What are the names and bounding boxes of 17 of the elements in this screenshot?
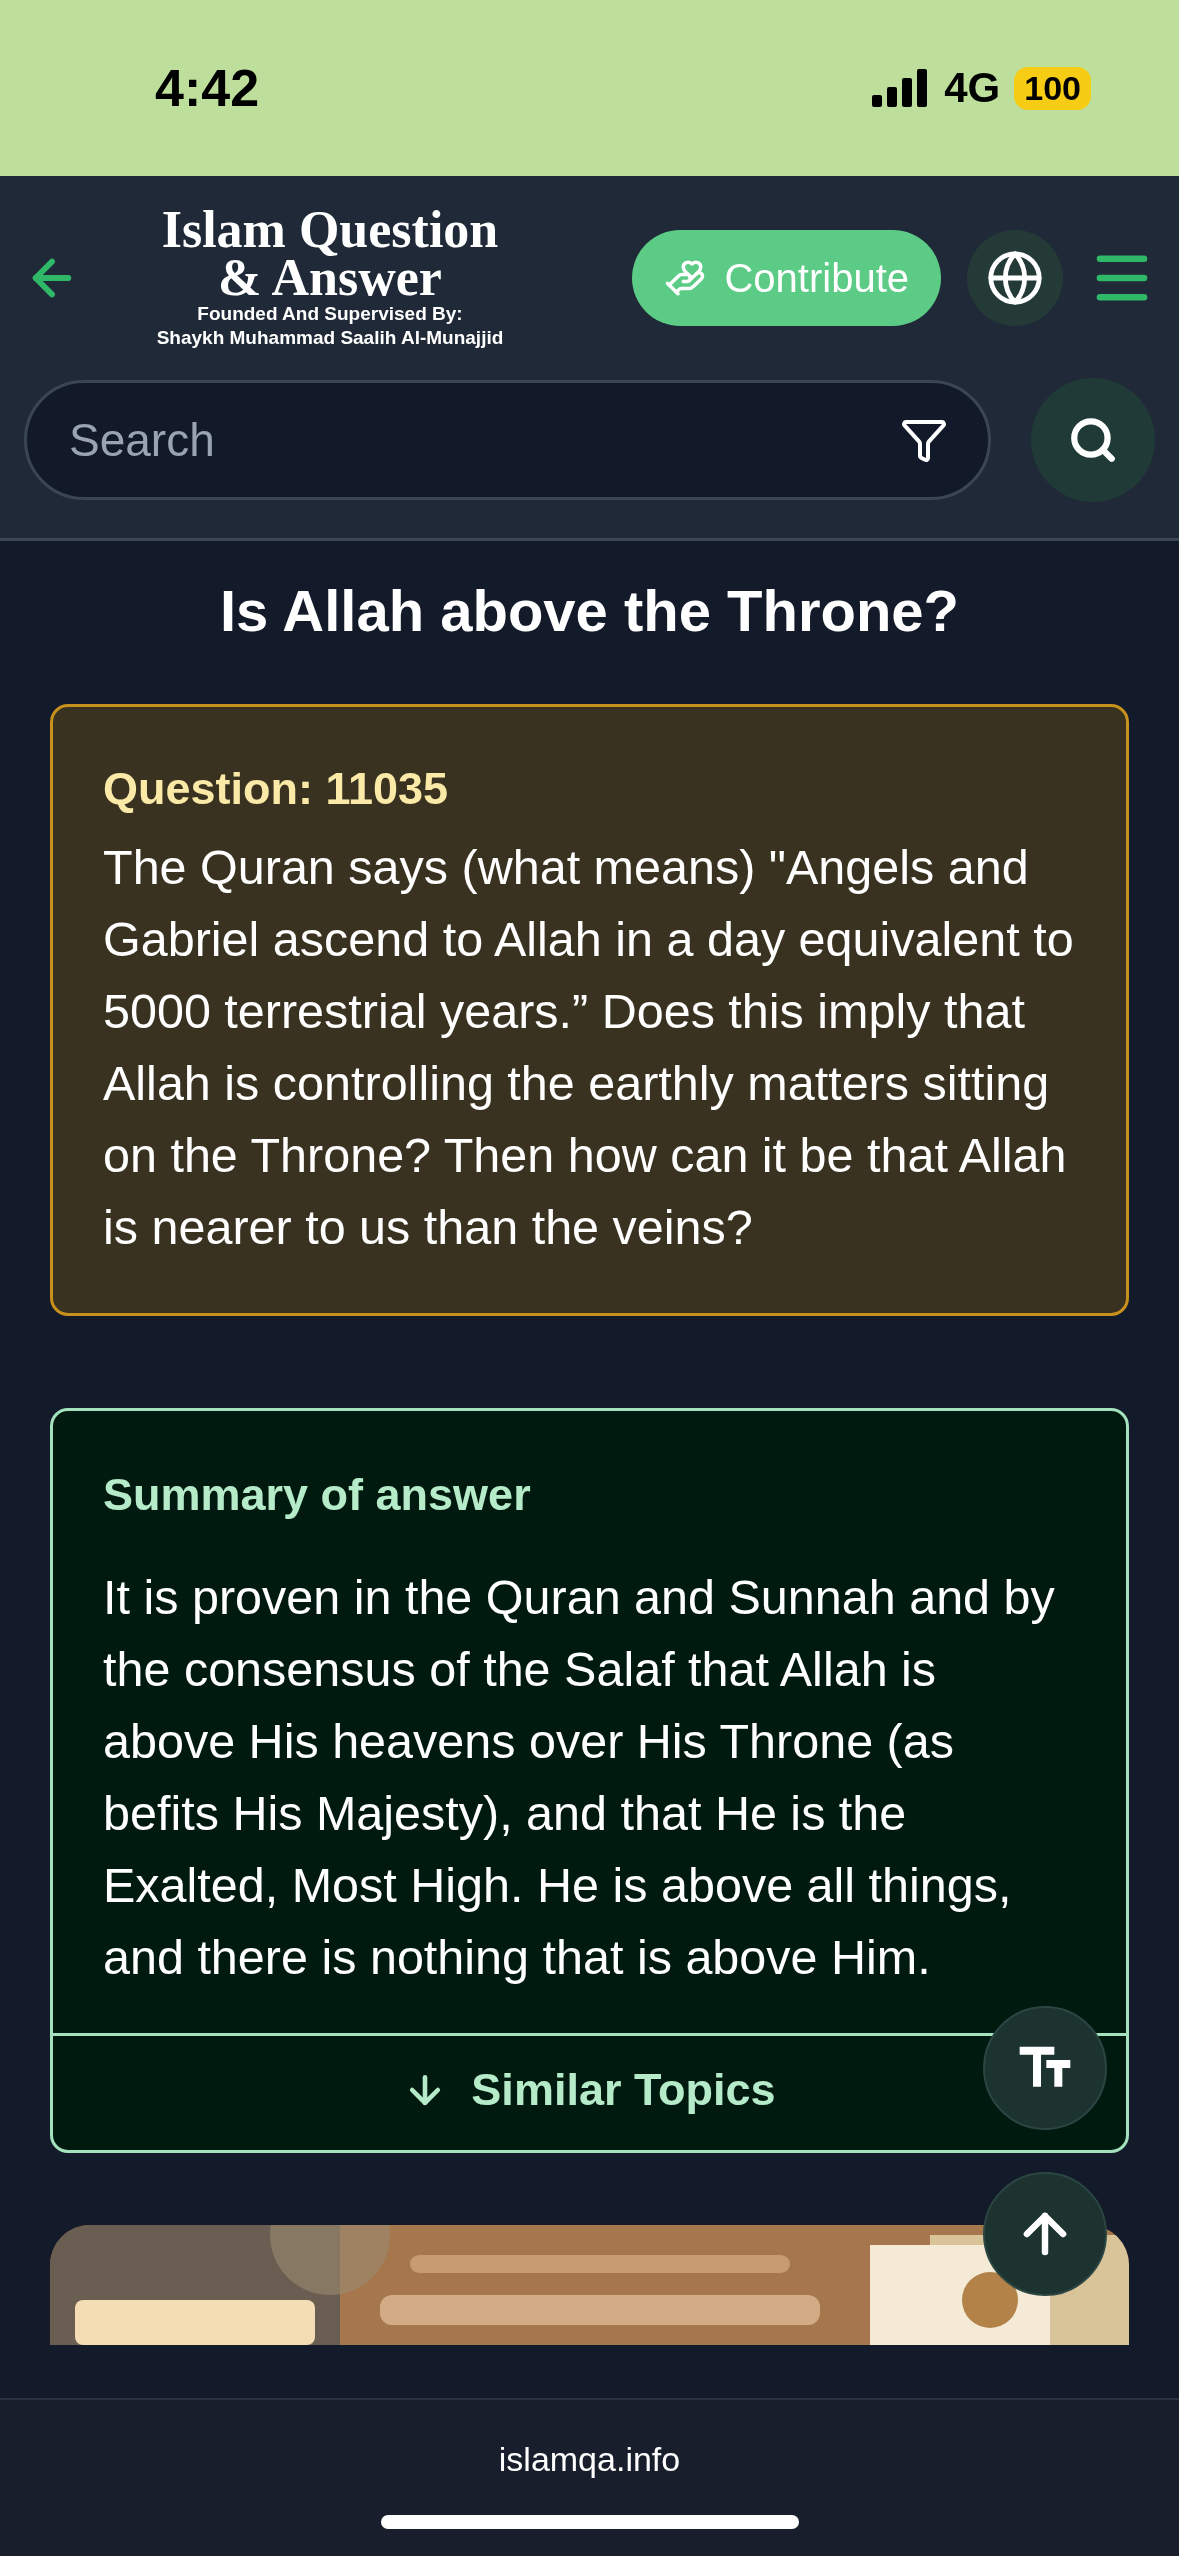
- page-title: Is Allah above the Throne?: [218, 577, 961, 644]
- search-icon: [1068, 415, 1118, 465]
- browser-url[interactable]: islamqa.info: [498, 2440, 681, 2479]
- search-input[interactable]: Search: [67, 412, 900, 468]
- network-label: 4G: [944, 64, 1001, 112]
- summary-text: It is proven in the Quran and Sunnah and by the consensus of the Salaf that Allah is above His heavens over His Throne (as befits His Majesty), and that He is the Exalted, Most High. He is above all things, and there is nothing that is above Him.: [102, 1569, 1056, 1986]
- similar-topics-link[interactable]: Similar Topics: [403, 2036, 776, 2150]
- status-time: 4:42: [155, 58, 260, 118]
- question-heading: Question: 11035: [103, 763, 450, 815]
- logo-subtitle: Shaykh Muhammad Saalih Al-Munajjid: [156, 326, 504, 350]
- question-text: The Quran says (what means) "Angels and Gabriel ascend to Allah in a day equivalent to 5000 terrestrial years.” Does this imply that Allah is controlling the earthly matters sitting on the Throne? Then how can it be that Allah is nearer to us than the veins?: [103, 839, 1075, 1256]
- logo-title: Islam Question & Answer: [160, 206, 500, 302]
- battery-level: 100: [1014, 66, 1091, 110]
- logo-subtitle: Founded And Supervised By:: [197, 302, 463, 326]
- globe-icon: [986, 249, 1044, 307]
- search-field[interactable]: Search: [24, 380, 991, 500]
- summary-heading: Summary of answer: [102, 1468, 532, 1522]
